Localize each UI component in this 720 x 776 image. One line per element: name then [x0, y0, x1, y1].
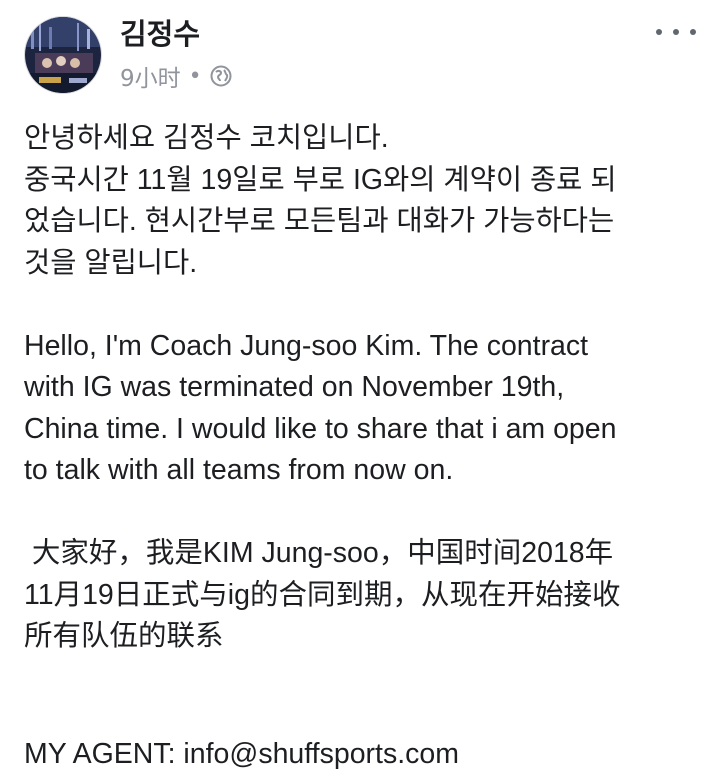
post-text-line: 所有队伍的联系: [24, 620, 224, 652]
post-text-line: Hello, I'm Coach Jung-soo Kim. The contr…: [24, 329, 589, 362]
post-text-line: 것을 알립니다.: [24, 246, 198, 279]
avatar-image: [25, 17, 101, 93]
author-name[interactable]: 김정수: [120, 14, 200, 54]
korean-paragraph: 안녕하세요 김정수 코치입니다. 중국시간 11월 19일로 부로 IG와의 계…: [24, 118, 704, 284]
post-text-line: with IG was terminated on November 19th,: [24, 371, 565, 403]
meta-separator: •: [188, 63, 202, 89]
post-text-line: to talk with all teams from now on.: [24, 454, 454, 486]
post-text-line: 었습니다. 현시간부로 모든팀과 대화가 가능하다는: [24, 205, 615, 237]
globe-icon[interactable]: [210, 65, 232, 87]
post-header: 김정수 9小时 •: [0, 0, 720, 110]
more-horizontal-icon-dot: [690, 29, 696, 35]
more-options-button[interactable]: [656, 20, 696, 44]
post-text-line: 중국시간 11월 19일로 부로 IG와의 계약이 종료 되: [24, 163, 617, 196]
more-horizontal-icon-dot: [673, 29, 679, 35]
agent-contact-line: MY AGENT: info@shuffsports.com: [24, 738, 459, 770]
english-paragraph: Hello, I'm Coach Jung-soo Kim. The contr…: [24, 326, 704, 492]
post-text-line: 大家好，我是KIM Jung-soo，中国时间2018年: [24, 537, 614, 569]
post-text-line: 안녕하세요 김정수 코치입니다.: [24, 122, 389, 154]
post-body: 안녕하세요 김정수 코치입니다. 중국시간 11월 19일로 부로 IG와의 계…: [24, 118, 704, 699]
more-horizontal-icon-dot: [656, 29, 662, 35]
post-text-line: 11月19日正式与ig的合同到期，从现在开始接收: [24, 578, 621, 611]
chinese-paragraph: 大家好，我是KIM Jung-soo，中国时间2018年 11月19日正式与ig…: [24, 533, 704, 658]
post-text-line: China time. I would like to share that i…: [24, 412, 617, 445]
post-meta: 9小时 •: [120, 60, 232, 92]
avatar[interactable]: [24, 16, 102, 94]
post-time[interactable]: 9小时: [120, 59, 181, 93]
